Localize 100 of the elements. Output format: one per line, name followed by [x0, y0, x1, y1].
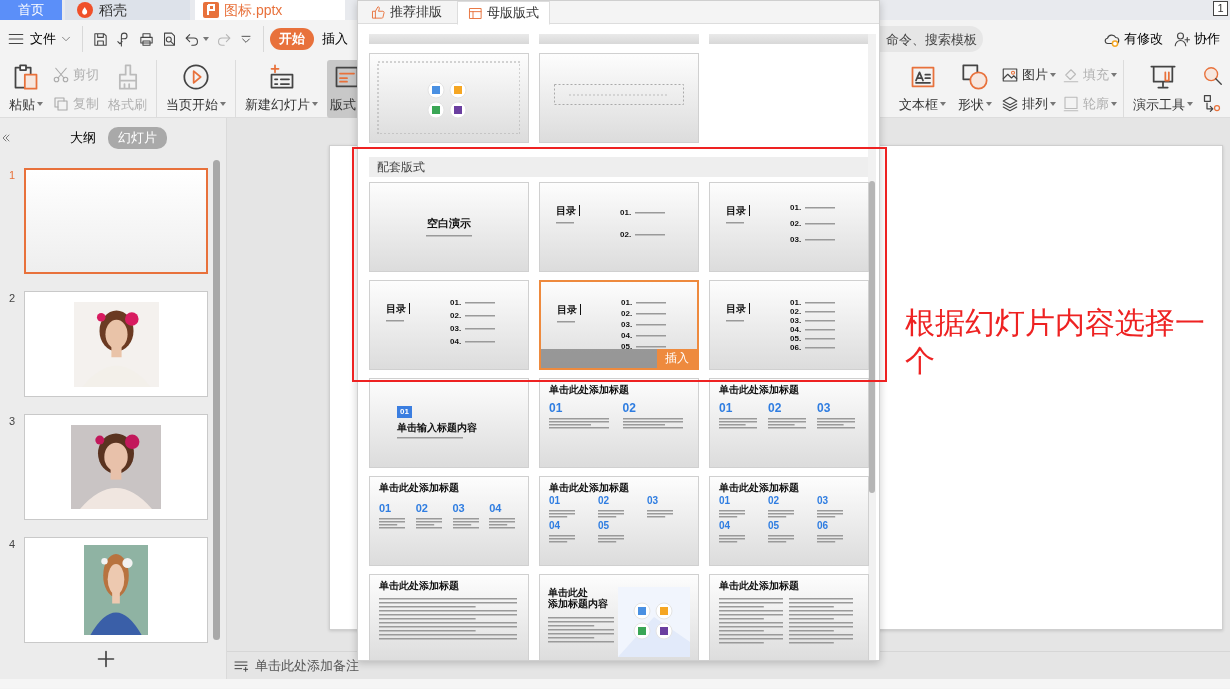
collapse-button[interactable] [0, 132, 12, 144]
layout-thumbnail[interactable]: 目录 01. 02. [539, 182, 699, 272]
save-button[interactable] [92, 30, 109, 48]
presentation-file-icon [203, 2, 219, 18]
layout-thumbnail[interactable]: 单击此处添加标题 01 02 03 [709, 378, 869, 468]
layout-thumbnail[interactable]: 目录 01. 02. 03. 04. 05. 06. [709, 280, 869, 370]
slide-thumbnail[interactable] [24, 168, 208, 274]
layout-thumbnail[interactable]: 单击此处 添加标题内容 [539, 574, 699, 660]
slide-thumbnail[interactable] [24, 537, 208, 643]
small-text-drawing [415, 518, 442, 529]
button-label: 版式 [330, 95, 356, 114]
slide-number: 1 [7, 168, 17, 182]
item-number: 05. [790, 334, 802, 343]
ribbon-button[interactable]: 排列 [1001, 93, 1056, 114]
layout-thumbnail[interactable]: 单击此处添加标题 01 02 03 04 05 06 [709, 476, 869, 566]
sync-status[interactable]: 有修改 [1103, 29, 1163, 49]
layout-thumbnail[interactable]: 单击此处添加标题 [369, 574, 529, 660]
item-number: 02 [768, 496, 781, 506]
button-label: 剪切 [73, 65, 99, 84]
print-preview-button[interactable] [161, 30, 178, 48]
layout-thumbnail[interactable]: 单击此处添加标题 01 02 03 04 [369, 476, 529, 566]
item-number: 01 [719, 496, 732, 506]
layout-thumbnail[interactable]: 单击此处添加标题 01 02 03 04 05 [539, 476, 699, 566]
plus-icon [96, 649, 116, 669]
layers-icon [1001, 94, 1019, 113]
print-preview-icon [161, 30, 178, 48]
layout-icon [468, 5, 483, 21]
ribbon-button[interactable]: 图片 [1001, 64, 1056, 85]
ribbon-button[interactable]: 演示工具 [1130, 60, 1196, 118]
item-number: 01 [549, 496, 562, 506]
small-text-drawing [465, 327, 496, 330]
slide-thumbnail[interactable] [24, 414, 208, 520]
add-slide-button[interactable] [96, 649, 116, 669]
small-text-drawing [379, 518, 405, 529]
layout-thumbnail[interactable]: 空白演示 [369, 182, 529, 272]
button-label: 排列 [1022, 94, 1048, 113]
small-text-drawing [647, 510, 673, 518]
item-number: 03 [452, 503, 466, 514]
small-text-drawing [768, 535, 794, 543]
item-number: 05 [768, 521, 781, 531]
layout-thumbnail[interactable] [709, 34, 869, 44]
layout-thumbnail[interactable]: 目录 01. 02. 03. 04. 05. 插入 [539, 280, 699, 370]
contents-heading: 目录 [556, 205, 580, 216]
ribbon-button[interactable]: 形状 [955, 60, 995, 118]
item-number: 03. [790, 316, 802, 325]
layout-thumbnail[interactable]: 目录 01. 02. 03. [709, 182, 869, 272]
item-number: 04. [790, 325, 802, 334]
item-number: 03 [817, 496, 830, 506]
ribbon-button[interactable]: 新建幻灯片 [242, 60, 321, 118]
title-tab[interactable]: 稻壳 [65, 0, 190, 20]
item-number: 02 [622, 402, 637, 414]
copy-icon [52, 94, 70, 113]
annotation-text: 根据幻灯片内容选择一个 [905, 305, 1205, 379]
thumbs-up-icon [371, 4, 386, 20]
small-text-drawing [452, 518, 479, 529]
panel-tab[interactable]: 推荐排版 [360, 1, 453, 23]
print-icon [138, 30, 155, 48]
button-label: 图片 [1022, 65, 1048, 84]
contents-heading: 目录 [557, 304, 581, 315]
file-menu[interactable]: 文件 [7, 29, 73, 49]
contents-heading: 目录 [386, 303, 410, 314]
layout-thumbnail[interactable]: 目录 01. 02. 03. 04. [369, 280, 529, 370]
layout-thumbnail[interactable] [369, 53, 529, 143]
item-number: 02 [768, 402, 783, 414]
layout-thumbnail[interactable] [369, 34, 529, 44]
ribbon-button[interactable]: 当页开始 [163, 60, 229, 118]
slide-title: 空白演示 [427, 217, 471, 230]
small-text-drawing [726, 221, 744, 224]
button-label: 轮廓 [1083, 94, 1109, 113]
layout-thumbnail[interactable]: 单击此处添加标题 01 02 [539, 378, 699, 468]
section-header: 配套版式 [369, 157, 869, 177]
layout-thumbnail[interactable] [539, 53, 699, 143]
slide-title: 单击此处添加标题 [719, 384, 800, 395]
layout-thumbnail[interactable]: 01 单击输入标题内容 [369, 378, 529, 468]
layout-thumbnail[interactable] [539, 34, 699, 44]
find-icon [1202, 65, 1224, 87]
small-text-drawing [768, 510, 794, 518]
play-icon [182, 63, 210, 91]
small-text-drawing [557, 320, 575, 323]
small-text-drawing [598, 510, 624, 518]
small-text-drawing [805, 346, 836, 349]
small-text-drawing [465, 301, 496, 304]
panel-tab[interactable]: 大纲 [60, 127, 106, 149]
ribbon-button[interactable]: 文本框 [896, 60, 949, 118]
layout-thumbnail[interactable]: 单击此处添加标题 [709, 574, 869, 660]
outline-icon [1062, 94, 1080, 113]
item-number: 05. [621, 343, 633, 351]
item-number: 01. [790, 298, 802, 307]
slide-title: 单击此处添加标题 [379, 580, 460, 591]
small-text-drawing [726, 319, 744, 322]
ribbon-button[interactable]: 粘贴 [6, 60, 46, 118]
button-label: 文本框 [899, 95, 938, 114]
slide-thumbnail[interactable] [24, 291, 208, 397]
slide-title: 单击此处添加标题 [549, 482, 630, 493]
collaborate-button[interactable]: 协作 [1173, 29, 1220, 49]
small-text-drawing [805, 319, 836, 322]
ribbon-tab[interactable]: 插入 [322, 28, 348, 50]
find-button[interactable] [1202, 65, 1224, 87]
panel-tab[interactable]: 母版版式 [457, 1, 550, 25]
print-button[interactable] [138, 30, 155, 48]
